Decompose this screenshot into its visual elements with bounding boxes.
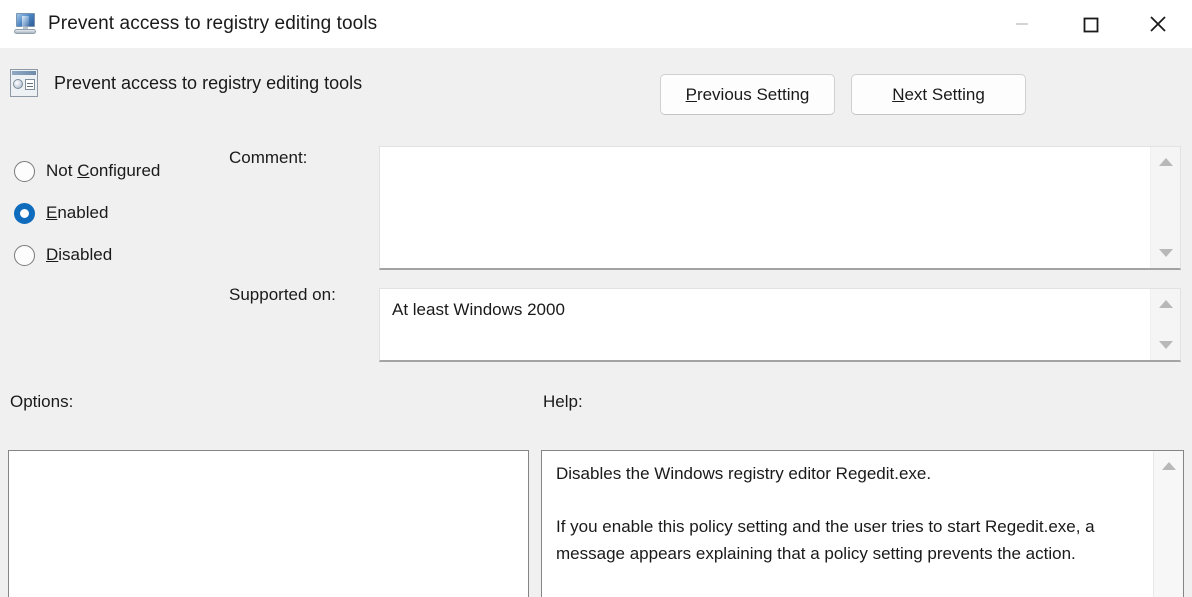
options-panel[interactable]	[8, 450, 529, 597]
options-content	[9, 451, 498, 597]
radio-disabled-label: Disabled	[46, 245, 112, 265]
policy-state-radio-group: Not Configured Enabled Disabled	[14, 150, 224, 276]
sidebar-item-disabled[interactable]: Disabled	[14, 234, 224, 276]
window-controls	[988, 0, 1192, 48]
scroll-down-icon[interactable]	[1151, 332, 1180, 358]
comment-label: Comment:	[229, 148, 307, 168]
scroll-up-icon[interactable]	[1151, 291, 1180, 317]
group-policy-setting-dialog: Prevent access to registry editing tools…	[0, 0, 1192, 597]
close-icon[interactable]	[1124, 0, 1192, 48]
radio-not-configured-icon[interactable]	[14, 161, 35, 182]
maximize-icon[interactable]	[1056, 0, 1124, 48]
supported-on-scrollbar[interactable]	[1150, 289, 1180, 360]
comment-value[interactable]	[380, 147, 1148, 268]
sidebar-item-not-configured[interactable]: Not Configured	[14, 150, 224, 192]
title-bar: Prevent access to registry editing tools	[0, 0, 1192, 48]
next-accel: N	[892, 85, 904, 104]
previous-label: revious Setting	[697, 85, 809, 104]
monitor-policy-icon	[12, 12, 38, 36]
next-setting-button[interactable]: Next Setting	[851, 74, 1026, 115]
options-label: Options:	[10, 392, 73, 412]
navigation-buttons: Previous Setting Next Setting	[660, 74, 1026, 115]
comment-scrollbar[interactable]	[1150, 147, 1180, 268]
radio-disabled-icon[interactable]	[14, 245, 35, 266]
supported-on-label: Supported on:	[229, 285, 336, 305]
radio-enabled-label: Enabled	[46, 203, 108, 223]
scroll-down-icon[interactable]	[1151, 240, 1180, 266]
supported-on-textarea[interactable]: At least Windows 2000	[379, 288, 1181, 362]
supported-on-value: At least Windows 2000	[380, 289, 1148, 360]
minimize-icon[interactable]	[988, 0, 1056, 48]
comment-textarea[interactable]	[379, 146, 1181, 270]
policy-setting-icon	[10, 69, 38, 97]
previous-setting-button[interactable]: Previous Setting	[660, 74, 835, 115]
help-label: Help:	[543, 392, 583, 412]
setting-title: Prevent access to registry editing tools	[54, 69, 362, 97]
radio-not-configured-label: Not Configured	[46, 161, 160, 181]
help-panel[interactable]: Disables the Windows registry editor Reg…	[541, 450, 1184, 597]
setting-header: Prevent access to registry editing tools…	[0, 48, 1192, 126]
help-content: Disables the Windows registry editor Reg…	[542, 451, 1153, 597]
previous-accel: P	[686, 85, 697, 104]
help-scrollbar[interactable]	[1153, 451, 1183, 597]
next-label: ext Setting	[904, 85, 984, 104]
sidebar-item-enabled[interactable]: Enabled	[14, 192, 224, 234]
radio-enabled-icon[interactable]	[14, 203, 35, 224]
scroll-up-icon[interactable]	[1151, 149, 1180, 175]
scroll-up-icon[interactable]	[1154, 453, 1183, 479]
window-title: Prevent access to registry editing tools	[48, 13, 377, 35]
